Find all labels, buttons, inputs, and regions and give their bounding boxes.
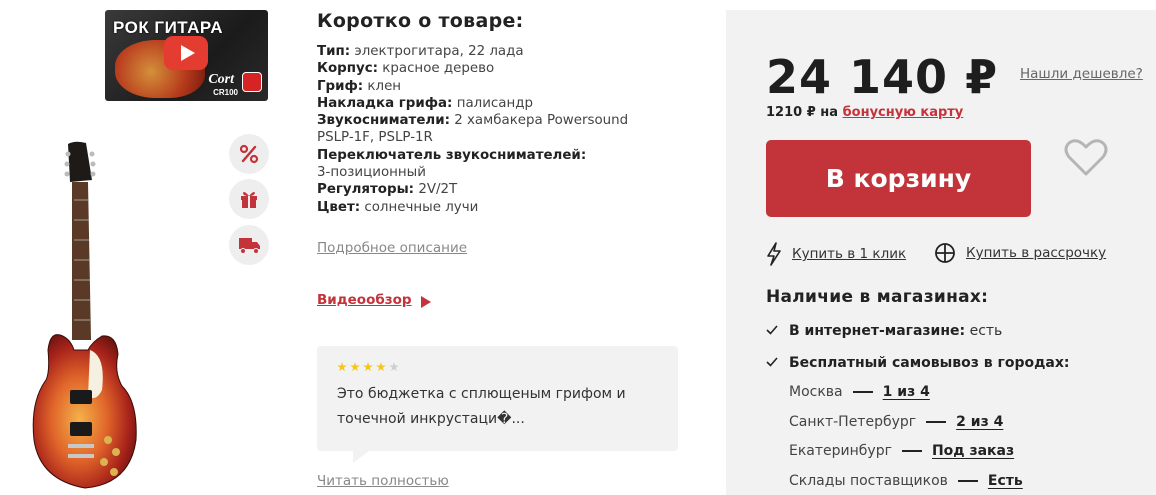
delivery-truck-icon bbox=[239, 238, 260, 254]
video-review-thumbnail[interactable]: РОК ГИТАРА Cort CR100 bbox=[105, 10, 268, 101]
thumbnail-brand: Cort bbox=[208, 72, 234, 87]
play-arrow-icon[interactable] bbox=[421, 296, 431, 308]
city-stock[interactable]: Под заказ bbox=[932, 443, 1014, 459]
spec-value: клен bbox=[367, 78, 402, 94]
check-icon bbox=[766, 323, 789, 339]
spec-label: Накладка грифа: bbox=[317, 95, 453, 111]
availability-title: Наличие в магазинах: bbox=[766, 287, 989, 307]
delivery-button[interactable] bbox=[229, 225, 269, 265]
product-summary: Коротко о товаре: Тип: электрогитара, 22… bbox=[317, 10, 697, 216]
online-value: есть bbox=[969, 323, 1003, 339]
star-icon bbox=[376, 362, 386, 372]
star-empty-icon bbox=[389, 362, 399, 372]
spec-label: Цвет: bbox=[317, 199, 361, 215]
spec-pickup-switch: Переключатель звукоснимателей: 3-позицион… bbox=[317, 147, 697, 182]
spec-label: Звукосниматели: bbox=[317, 113, 450, 129]
rating-stars bbox=[337, 362, 658, 372]
add-to-cart-button[interactable]: В корзину bbox=[766, 140, 1031, 217]
spec-label: Гриф: bbox=[317, 78, 364, 94]
buy-panel: 24 140 ₽ Нашли дешевле? 1210 ₽ на бонусн… bbox=[726, 10, 1156, 495]
dash bbox=[926, 421, 947, 423]
read-full-review-link[interactable]: Читать полностью bbox=[317, 473, 449, 489]
city-name: Склады поставщиков bbox=[789, 473, 948, 489]
percent-icon bbox=[239, 144, 259, 164]
found-cheaper-link[interactable]: Нашли дешевле? bbox=[1020, 66, 1143, 82]
spec-neck: Гриф: клен bbox=[317, 78, 697, 95]
thumbnail-title: РОК ГИТАРА bbox=[113, 18, 224, 37]
gift-icon bbox=[241, 192, 257, 208]
spec-value: 3-позиционный bbox=[317, 165, 426, 181]
star-icon bbox=[337, 362, 347, 372]
spec-value: палисандр bbox=[456, 95, 533, 111]
spec-label: Регуляторы: bbox=[317, 182, 415, 198]
price: 24 140 ₽ bbox=[766, 50, 999, 104]
review-text: Это бюджетка с сплющеным грифом и точечн… bbox=[337, 386, 626, 427]
spec-type: Тип: электрогитара, 22 лада bbox=[317, 43, 697, 60]
spec-fretboard: Накладка грифа: палисандр bbox=[317, 95, 697, 112]
spec-label: Корпус: bbox=[317, 61, 379, 77]
lightning-icon bbox=[767, 242, 781, 266]
spec-value: красное дерево bbox=[382, 61, 495, 77]
installments-icon bbox=[935, 243, 955, 263]
spec-label: Тип: bbox=[317, 44, 351, 59]
star-icon bbox=[350, 362, 360, 372]
spec-body: Корпус: красное дерево bbox=[317, 60, 697, 77]
check-icon bbox=[766, 355, 789, 371]
city-row-ekb: Екатеринбург Под заказ bbox=[789, 443, 1014, 459]
spec-value: электрогитара, 22 лада bbox=[354, 44, 524, 59]
bonus-info: 1210 ₽ на бонусную карту bbox=[766, 105, 963, 120]
spec-value: солнечные лучи bbox=[364, 199, 479, 215]
video-review-link[interactable]: Видеообзор bbox=[317, 292, 412, 308]
city-stock[interactable]: 1 из 4 bbox=[883, 384, 930, 400]
spec-label: Переключатель звукоснимателей: bbox=[317, 147, 587, 163]
availability-pickup: Бесплатный самовывоз в городах: bbox=[766, 355, 1069, 371]
city-name: Санкт-Петербург bbox=[789, 414, 917, 430]
city-row-suppliers: Склады поставщиков Есть bbox=[789, 473, 1023, 489]
thumbnail-model: CR100 bbox=[213, 88, 238, 97]
dash bbox=[852, 391, 873, 393]
channel-logo-icon bbox=[242, 72, 262, 92]
dash bbox=[901, 450, 922, 452]
city-name: Москва bbox=[789, 384, 843, 400]
full-description-link[interactable]: Подробное описание bbox=[317, 240, 467, 256]
bonus-card-link[interactable]: бонусную карту bbox=[843, 105, 964, 120]
gift-button[interactable] bbox=[229, 179, 269, 219]
buy-one-click[interactable]: Купить в 1 клик bbox=[766, 242, 906, 266]
star-icon bbox=[363, 362, 373, 372]
favorite-heart-icon[interactable] bbox=[1064, 138, 1108, 178]
city-name: Екатеринбург bbox=[789, 443, 892, 459]
availability-online: В интернет-магазине: есть bbox=[766, 323, 1002, 339]
pickup-label: Бесплатный самовывоз в городах: bbox=[789, 355, 1070, 371]
spec-value: 2V/2T bbox=[418, 182, 458, 198]
city-stock[interactable]: 2 из 4 bbox=[956, 414, 1003, 430]
spec-pickups: Звукосниматели: 2 хамбакера Powersound P… bbox=[317, 112, 647, 147]
buy-installments[interactable]: Купить в рассрочку bbox=[934, 242, 1106, 264]
dash bbox=[957, 480, 978, 482]
city-row-moscow: Москва 1 из 4 bbox=[789, 384, 930, 400]
buy-installments-label[interactable]: Купить в рассрочку bbox=[966, 245, 1106, 261]
bonus-amount: 1210 ₽ на bbox=[766, 105, 839, 120]
product-image[interactable] bbox=[30, 140, 140, 495]
spec-controls: Регуляторы: 2V/2T bbox=[317, 181, 697, 198]
review-card: Это бюджетка с сплющеным грифом и точечн… bbox=[317, 346, 678, 463]
buy-one-click-label[interactable]: Купить в 1 клик bbox=[792, 246, 906, 262]
play-icon[interactable] bbox=[164, 36, 208, 70]
discount-button[interactable] bbox=[229, 134, 269, 174]
online-label: В интернет-магазине: bbox=[789, 323, 966, 339]
spec-color: Цвет: солнечные лучи bbox=[317, 199, 697, 216]
summary-title: Коротко о товаре: bbox=[317, 10, 524, 32]
city-stock[interactable]: Есть bbox=[988, 473, 1023, 489]
city-row-spb: Санкт-Петербург 2 из 4 bbox=[789, 414, 1003, 430]
